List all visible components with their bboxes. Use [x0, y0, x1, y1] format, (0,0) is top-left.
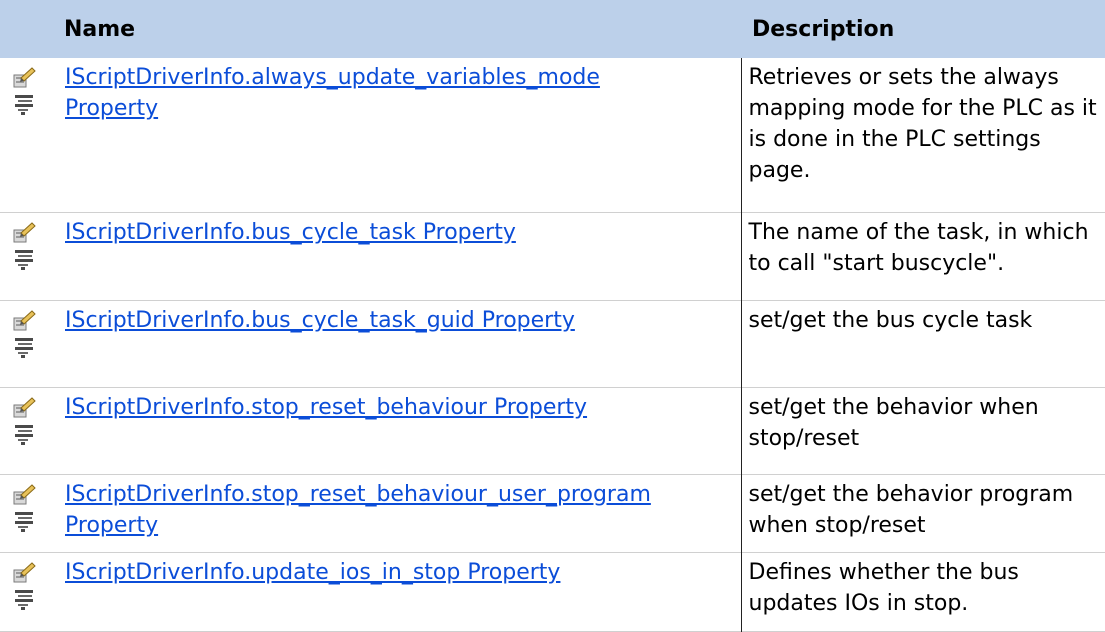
icon-cell	[0, 474, 53, 552]
property-icon	[12, 396, 36, 420]
icon-cell	[0, 213, 53, 300]
properties-table: Name Description IScriptDriverInfo.alway…	[0, 0, 1105, 632]
icon-cell	[0, 552, 53, 631]
table-row: IScriptDriverInfo.bus_cycle_task_guid Pr…	[0, 300, 1105, 388]
property-link[interactable]: IScriptDriverInfo.bus_cycle_task Propert…	[65, 220, 516, 245]
header-icon-column	[0, 0, 53, 58]
property-link-text: Property	[65, 512, 159, 538]
property-icon	[12, 483, 36, 507]
name-cell: IScriptDriverInfo.bus_cycle_task_guid Pr…	[53, 300, 741, 387]
description-cell: set/get the behavior program when stop/r…	[740, 474, 1105, 553]
header-row: Name Description	[0, 0, 1105, 58]
header-name: Name	[53, 0, 741, 58]
property-link[interactable]: IScriptDriverInfo.stop_reset_behaviour_u…	[65, 482, 651, 538]
table-row: IScriptDriverInfo.update_ios_in_stop Pro…	[0, 552, 1105, 632]
name-cell: IScriptDriverInfo.stop_reset_behaviour_u…	[53, 474, 741, 552]
property-link-text: IScriptDriverInfo.update_ios_in_stop Pro…	[65, 559, 561, 585]
description-cell: set/get the bus cycle task	[740, 300, 1105, 388]
property-link[interactable]: IScriptDriverInfo.always_update_variable…	[65, 65, 600, 121]
static-member-icon	[12, 92, 36, 116]
property-link[interactable]: IScriptDriverInfo.update_ios_in_stop Pro…	[65, 560, 560, 585]
static-member-icon	[12, 335, 36, 359]
property-icon	[12, 66, 36, 90]
description-cell: Defines whether the bus updates IOs in s…	[740, 552, 1105, 632]
property-link-text: IScriptDriverInfo.stop_reset_behaviour P…	[65, 394, 588, 420]
table-row: IScriptDriverInfo.bus_cycle_task Propert…	[0, 212, 1105, 301]
header-description: Description	[741, 0, 1105, 58]
icon-cell	[0, 300, 53, 387]
description-cell: Retrieves or sets the always mapping mod…	[740, 58, 1105, 213]
name-cell: IScriptDriverInfo.stop_reset_behaviour P…	[53, 387, 741, 474]
property-link-text: IScriptDriverInfo.bus_cycle_task Propert…	[65, 220, 516, 246]
static-member-icon	[12, 247, 36, 271]
icon-cell	[0, 58, 53, 213]
property-link-text: IScriptDriverInfo.stop_reset_behaviour_u…	[65, 481, 651, 507]
name-cell: IScriptDriverInfo.update_ios_in_stop Pro…	[53, 552, 741, 631]
static-member-icon	[12, 587, 36, 611]
table-row: IScriptDriverInfo.always_update_variable…	[0, 58, 1105, 213]
property-link-text: IScriptDriverInfo.bus_cycle_task_guid Pr…	[65, 307, 575, 333]
table-row: IScriptDriverInfo.stop_reset_behaviour P…	[0, 387, 1105, 475]
table-row: IScriptDriverInfo.stop_reset_behaviour_u…	[0, 474, 1105, 553]
property-icon	[12, 309, 36, 333]
static-member-icon	[12, 509, 36, 533]
description-cell: The name of the task, in which to call "…	[740, 212, 1105, 301]
name-cell: IScriptDriverInfo.bus_cycle_task Propert…	[53, 213, 741, 300]
name-cell: IScriptDriverInfo.always_update_variable…	[53, 58, 741, 213]
property-icon	[12, 221, 36, 245]
property-link[interactable]: IScriptDriverInfo.bus_cycle_task_guid Pr…	[65, 308, 575, 333]
property-link-text: Property	[65, 96, 159, 121]
property-link[interactable]: IScriptDriverInfo.stop_reset_behaviour P…	[65, 395, 587, 420]
property-link-text: IScriptDriverInfo.always_update_variable…	[65, 65, 600, 90]
static-member-icon	[12, 422, 36, 446]
description-cell: set/get the behavior when stop/reset	[740, 387, 1105, 475]
property-icon	[12, 561, 36, 585]
icon-cell	[0, 387, 53, 474]
